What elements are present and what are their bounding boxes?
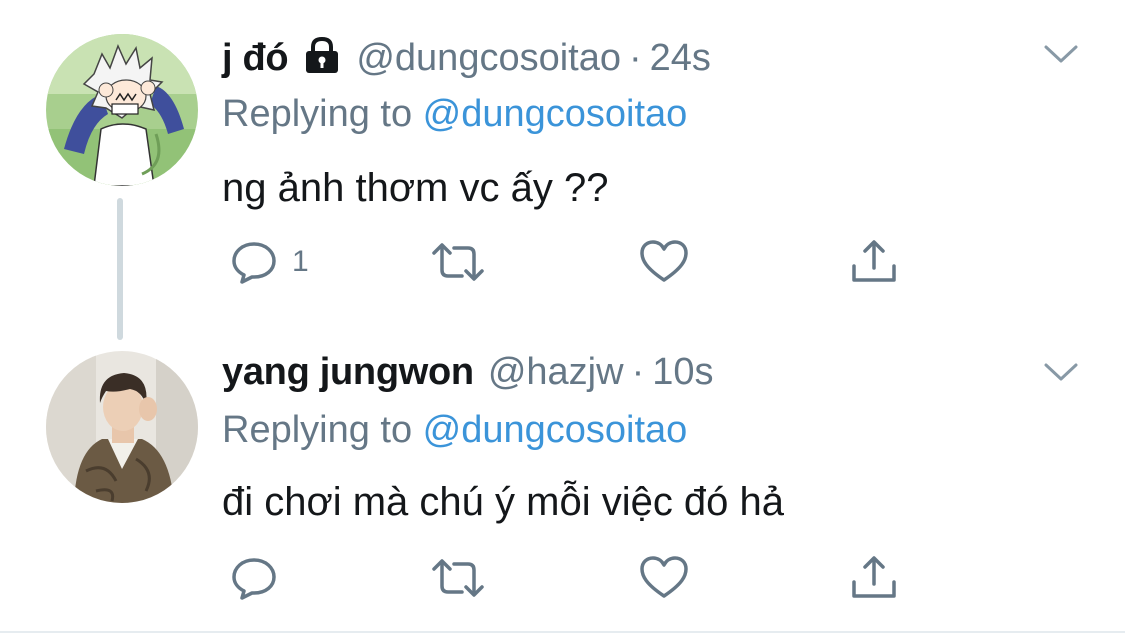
chevron-down-icon xyxy=(1044,45,1078,63)
timestamp[interactable]: 24s xyxy=(650,36,711,80)
reply-button[interactable] xyxy=(228,552,280,604)
retweet-button[interactable] xyxy=(430,236,486,288)
display-name[interactable]: yang jungwon xyxy=(222,350,474,394)
replying-to: Replying to @dungcosoitao xyxy=(222,408,687,452)
replying-prefix: Replying to xyxy=(222,409,423,451)
replying-prefix: Replying to xyxy=(222,93,423,135)
tweet-header: j đó @dungcosoitao · 24s xyxy=(222,32,711,80)
share-button[interactable] xyxy=(848,552,900,604)
chevron-down-icon xyxy=(1044,363,1078,381)
tweet-text: ng ảnh thơm vc ấy ?? xyxy=(222,166,609,210)
heart-icon xyxy=(640,556,688,598)
lock-icon xyxy=(302,36,342,84)
retweet-icon xyxy=(432,559,484,597)
reply-icon xyxy=(232,558,276,600)
tweet-actions xyxy=(228,552,908,604)
timestamp[interactable]: 10s xyxy=(652,350,713,394)
separator-dot: · xyxy=(629,37,642,79)
user-handle[interactable]: @hazjw xyxy=(488,350,624,394)
retweet-button[interactable] xyxy=(430,552,486,604)
user-handle[interactable]: @dungcosoitao xyxy=(356,36,621,80)
reply-count: 1 xyxy=(292,245,309,278)
like-button[interactable] xyxy=(638,552,690,604)
retweet-icon xyxy=(432,243,484,281)
replying-to: Replying to @dungcosoitao xyxy=(222,92,687,136)
share-button[interactable] xyxy=(848,236,900,288)
like-button[interactable] xyxy=(638,236,690,288)
tweet-header: yang jungwon @hazjw · 10s xyxy=(222,350,714,394)
tweet-text: đi chơi mà chú ý mỗi việc đó hả xyxy=(222,480,785,524)
display-name[interactable]: j đó xyxy=(222,36,289,80)
separator-dot: · xyxy=(631,351,645,393)
avatar[interactable] xyxy=(46,351,198,503)
tweet-actions: 1 xyxy=(228,236,908,288)
more-options-button[interactable] xyxy=(1043,360,1079,384)
reply-button[interactable]: 1 xyxy=(228,236,309,288)
reply-icon xyxy=(232,242,276,284)
mention-link[interactable]: @dungcosoitao xyxy=(423,409,688,451)
more-options-button[interactable] xyxy=(1043,42,1079,66)
avatar[interactable] xyxy=(46,34,198,186)
share-icon xyxy=(852,556,896,598)
person-photo-avatar-icon xyxy=(46,351,198,503)
tweet[interactable]: j đó @dungcosoitao · 24s Replying to @du… xyxy=(0,0,1125,340)
share-icon xyxy=(852,240,896,282)
anime-boy-avatar-icon xyxy=(46,34,198,186)
heart-icon xyxy=(640,240,688,282)
mention-link[interactable]: @dungcosoitao xyxy=(423,93,688,135)
tweet[interactable]: yang jungwon @hazjw · 10s Replying to @d… xyxy=(0,318,1125,633)
